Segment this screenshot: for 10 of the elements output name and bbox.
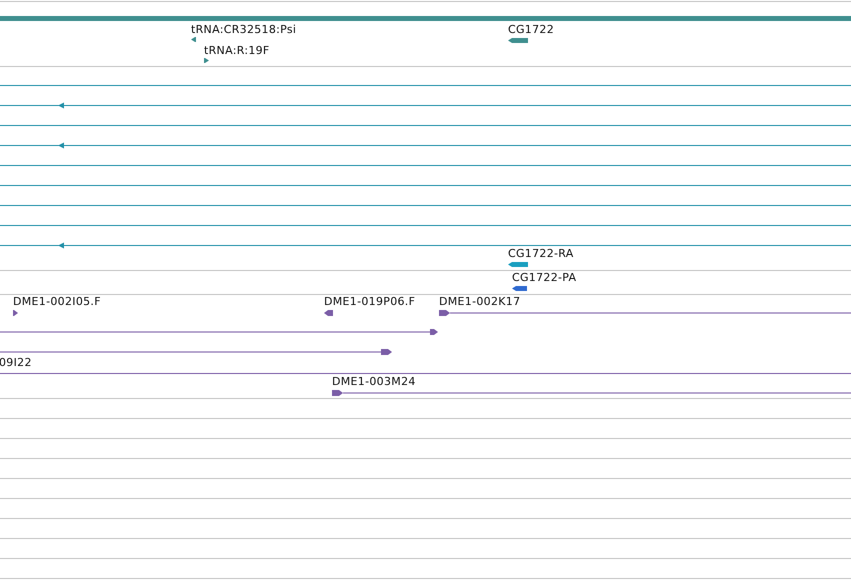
feature-label: CG1722 xyxy=(508,23,554,36)
feature-label: tRNA:CR32518:Psi xyxy=(191,23,296,36)
feature-label: CG1722-PA xyxy=(512,271,576,284)
feature-label: 09I22 xyxy=(0,356,32,369)
feature-label: DME1-002I05.F xyxy=(13,295,101,308)
feature-label: DME1-002K17 xyxy=(439,295,520,308)
feature-label: CG1722-RA xyxy=(508,247,574,260)
feature-label: tRNA:R:19F xyxy=(204,44,270,57)
feature-label: DME1-019P06.F xyxy=(324,295,416,308)
feature-label: DME1-003M24 xyxy=(332,375,416,388)
